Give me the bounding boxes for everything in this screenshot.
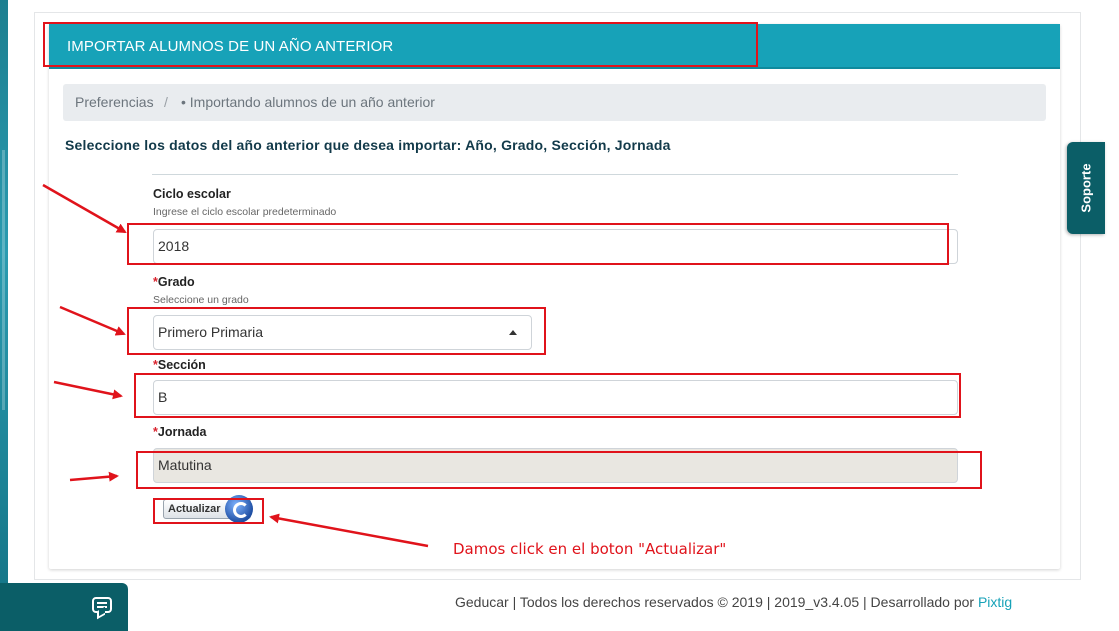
footer-text: Geducar | Todos los derechos reservados … [455,594,978,610]
breadcrumb-link-preferencias[interactable]: Preferencias [75,94,154,110]
seccion-label-text: Sección [157,358,206,372]
annotation-box-title [43,22,758,67]
breadcrumb-current: • Importando alumnos de un año anterior [181,94,435,110]
breadcrumb-separator: / [164,94,168,110]
ciclo-label: Ciclo escolar [153,187,231,201]
soporte-tab[interactable]: Soporte [1067,142,1105,234]
chat-bubble-icon [92,597,112,613]
annotation-box-actualizar [153,498,264,524]
ciclo-label-text: Ciclo escolar [153,187,231,201]
grado-label: *Grado [153,275,195,289]
footer-link-pixtig[interactable]: Pixtig [978,594,1012,610]
left-sidebar-strip [0,0,8,631]
jornada-label-text: Jornada [157,425,207,439]
annotation-box-grado [127,307,546,355]
section-divider [152,174,958,175]
breadcrumb: Preferencias / • Importando alumnos de u… [63,84,1046,121]
footer: Geducar | Todos los derechos reservados … [455,594,1012,610]
ciclo-help: Ingrese el ciclo escolar predeterminado [153,206,337,218]
annotation-text: Damos click en el boton "Actualizar" [453,540,727,558]
annotation-box-seccion [134,373,961,418]
chat-widget[interactable] [0,583,128,631]
grado-help: Seleccione un grado [153,294,249,306]
annotation-box-jornada [136,451,982,489]
soporte-label: Soporte [1078,163,1094,213]
annotation-box-ciclo [127,223,949,265]
grado-label-text: Grado [157,275,195,289]
jornada-label: *Jornada [153,425,207,439]
instruction-text: Seleccione los datos del año anterior qu… [65,137,671,153]
seccion-label: *Sección [153,358,206,372]
